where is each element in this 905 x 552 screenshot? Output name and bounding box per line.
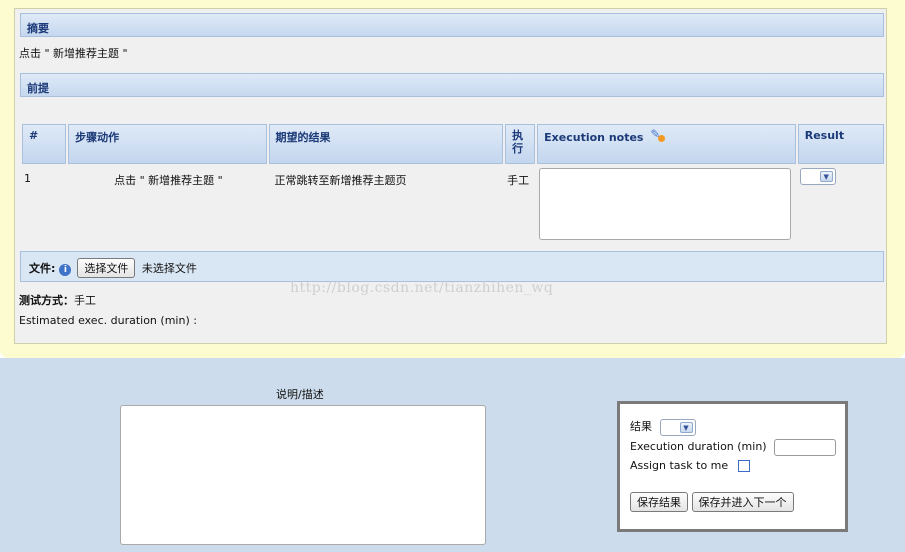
col-exec: 执 行 bbox=[505, 124, 536, 164]
save-result-button[interactable]: 保存结果 bbox=[630, 492, 688, 512]
result-label: 结果 bbox=[630, 420, 652, 433]
info-icon[interactable]: i bbox=[59, 264, 72, 276]
step-result-cell: ▼ bbox=[798, 164, 884, 246]
test-mode-label: 测试方式： bbox=[19, 294, 74, 307]
steps-table-header: # 步骤动作 期望的结果 执 行 Execution notes ✎ Resul… bbox=[22, 124, 884, 164]
duration-row: Execution duration (min) bbox=[630, 438, 845, 456]
attachment-label: 文件: bbox=[29, 262, 56, 275]
description-textarea[interactable] bbox=[120, 405, 486, 545]
test-mode: 测试方式：手工 bbox=[19, 292, 96, 308]
step-exec: 手工 bbox=[507, 174, 530, 187]
no-file-text: 未选择文件 bbox=[141, 262, 197, 275]
col-notes: Execution notes ✎ bbox=[537, 124, 796, 164]
description-label: 说明/描述 bbox=[276, 388, 324, 401]
step-result-select[interactable]: ▼ bbox=[799, 168, 836, 185]
result-row: 结果 ▼ bbox=[630, 418, 845, 436]
preconditions-header: 前提 bbox=[20, 73, 884, 97]
chevron-down-icon: ▼ bbox=[819, 171, 833, 182]
steps-table: # 步骤动作 期望的结果 执 行 Execution notes ✎ Resul… bbox=[20, 124, 886, 246]
step-action: 点击 " 新增推荐主题 " bbox=[114, 174, 223, 187]
summary-text: 点击 " 新增推荐主题 " bbox=[19, 47, 128, 60]
assign-checkbox[interactable] bbox=[737, 460, 750, 472]
step-notes-cell bbox=[537, 164, 796, 246]
summary-header: 摘要 bbox=[20, 13, 884, 37]
watermark-text: http://blog.csdn.net/tianzhihen_wq bbox=[290, 280, 554, 296]
edit-pen-icon[interactable]: ✎ bbox=[650, 127, 666, 143]
duration-input[interactable] bbox=[774, 438, 837, 456]
execution-notes-textarea[interactable] bbox=[539, 168, 792, 240]
chevron-down-icon: ▼ bbox=[679, 421, 693, 433]
table-row: 1 点击 " 新增推荐主题 " 正常跳转至新增推荐主题页 手工 ▼ bbox=[22, 164, 884, 246]
estimated-duration: Estimated exec. duration (min) : bbox=[19, 314, 197, 327]
assign-row: Assign task to me bbox=[630, 457, 845, 474]
attachment-bar: 文件: i 选择文件 未选择文件 bbox=[20, 251, 884, 282]
result-actions: 保存结果 保存并进入下一个 bbox=[630, 492, 845, 512]
step-expected: 正常跳转至新增推荐主题页 bbox=[274, 174, 407, 187]
col-result: Result bbox=[797, 124, 884, 164]
execution-result-section: 说明/描述 结果 ▼ Execution duration (min) Assi… bbox=[0, 358, 905, 552]
step-num: 1 bbox=[24, 172, 31, 185]
col-action: 步骤动作 bbox=[68, 124, 267, 164]
duration-label: Execution duration (min) bbox=[630, 440, 767, 453]
estimated-duration-label: Estimated exec. duration (min) : bbox=[19, 314, 197, 327]
test-execution-panel: 摘要 点击 " 新增推荐主题 " 前提 # 步骤动作 期望的结果 执 行 Exe… bbox=[0, 0, 905, 358]
result-panel: 结果 ▼ Execution duration (min) Assign tas… bbox=[617, 401, 848, 532]
assign-label: Assign task to me bbox=[630, 459, 729, 472]
col-notes-label: Execution notes bbox=[544, 131, 644, 144]
save-and-next-button[interactable]: 保存并进入下一个 bbox=[691, 492, 794, 512]
result-select[interactable]: ▼ bbox=[659, 418, 696, 436]
col-expected: 期望的结果 bbox=[268, 124, 504, 164]
test-mode-value: 手工 bbox=[74, 294, 96, 307]
choose-file-button[interactable]: 选择文件 bbox=[77, 258, 136, 278]
col-num: # bbox=[22, 124, 67, 164]
